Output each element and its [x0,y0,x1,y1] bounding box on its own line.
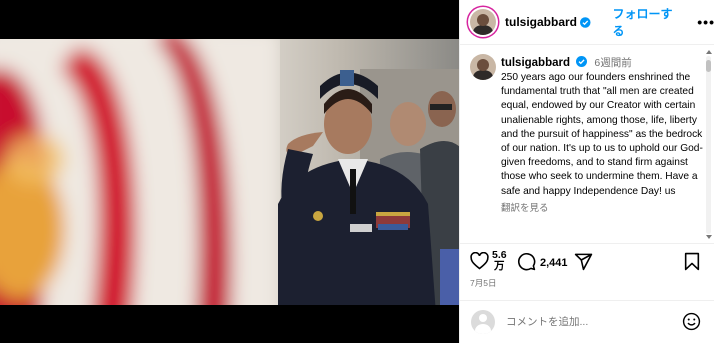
post-side-panel: tulsigabbard フォローする ••• tulsigabbard 6週間… [459,0,714,343]
flag-graphic [0,39,280,305]
soldier-figure [278,70,436,305]
caption-author-avatar[interactable] [470,54,496,80]
follow-button[interactable]: フォローする [613,5,682,39]
caption-scrollbar[interactable] [706,56,711,234]
comment-button[interactable] [517,252,536,271]
post-time-ago[interactable]: 6週間前 [594,57,631,69]
scroll-up-arrow-icon[interactable] [706,50,712,54]
scroll-down-arrow-icon[interactable] [706,235,712,239]
author-username[interactable]: tulsigabbard [505,15,577,29]
action-bar: 5.6 万 2,441 [460,243,714,279]
paper-plane-icon [574,253,593,271]
caption-text: 250 years ago our founders enshrined the… [501,72,703,197]
post-date[interactable]: 7月5日 [470,277,496,289]
comments-count[interactable]: 2,441 [540,257,568,269]
like-button[interactable] [470,252,489,270]
share-button[interactable] [574,252,593,271]
caption-section: tulsigabbard 6週間前 250 years ago our foun… [460,46,714,241]
see-translation-link[interactable]: 翻訳を見る [501,200,706,214]
post-header: tulsigabbard フォローする ••• [460,0,714,45]
smiley-icon[interactable] [682,312,701,331]
caption-author-username[interactable]: tulsigabbard [501,57,570,69]
current-user-avatar [471,310,495,334]
author-avatar[interactable] [470,9,496,35]
post-photo [0,39,459,305]
verified-badge-icon [576,56,588,67]
heart-icon [470,252,489,270]
bookmark-icon [684,252,700,271]
comment-bubble-icon [518,253,536,271]
verified-badge-icon [580,16,591,28]
comment-input[interactable] [506,316,676,328]
more-options-icon[interactable]: ••• [697,14,714,30]
save-button[interactable] [684,252,700,271]
likes-count[interactable]: 5.6 万 [492,250,507,272]
post-media[interactable] [0,0,459,343]
comment-composer [460,300,714,343]
